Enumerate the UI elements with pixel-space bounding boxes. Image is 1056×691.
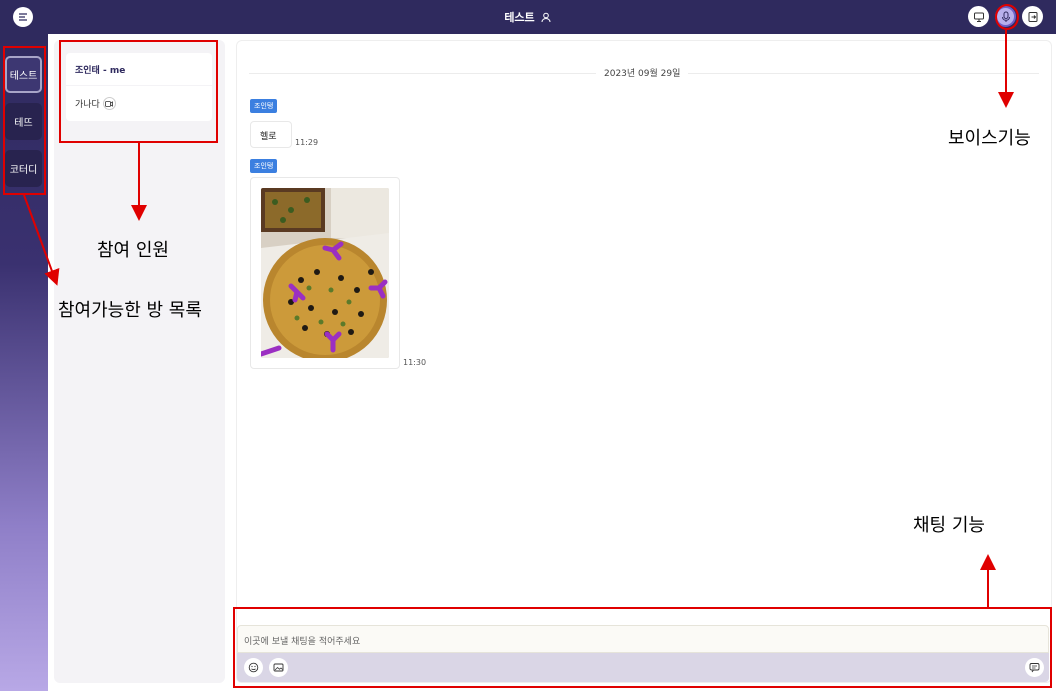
- participant-me: 조인태 - me: [66, 53, 212, 85]
- composer-toolbar: [237, 653, 1049, 682]
- emoji-button[interactable]: [244, 658, 263, 677]
- participant-name: 가나다: [75, 100, 100, 110]
- sender-badge: 조인탱: [250, 159, 278, 173]
- message-time: 11:29: [295, 138, 319, 147]
- participants-panel: [54, 40, 225, 683]
- image-upload-button[interactable]: [269, 658, 288, 677]
- chat-bubble-icon: [1029, 663, 1040, 673]
- chat-input[interactable]: 이곳에 보낼 채팅을 적어주세요: [237, 625, 1049, 653]
- annotation-label-chat: 채팅 기능: [913, 515, 985, 536]
- voice-button[interactable]: [995, 6, 1016, 27]
- exit-icon: [1028, 11, 1037, 22]
- microphone-icon: [1001, 11, 1010, 22]
- message-text: 헬로: [260, 132, 277, 142]
- sender-badge: 조인탱: [250, 99, 278, 113]
- room-tab-label: 테뜨: [14, 118, 33, 129]
- monitor-icon: [973, 12, 984, 22]
- room-tab-tetteu[interactable]: 테뜨: [5, 103, 42, 140]
- participant-row: 가나다: [66, 86, 212, 121]
- message-bubble: 헬로: [250, 121, 292, 148]
- room-tab-test[interactable]: 테스트: [5, 56, 42, 93]
- date-label: 2023년 09월 29일: [596, 66, 689, 79]
- room-tab-label: 코터디: [9, 165, 38, 176]
- chat-input-placeholder: 이곳에 보낼 채팅을 적어주세요: [244, 637, 361, 647]
- room-list: 테스트 테뜨 코터디: [0, 34, 48, 691]
- room-tab-label: 테스트: [9, 71, 38, 82]
- top-bar: 테스트: [0, 0, 1056, 34]
- image-icon: [273, 663, 284, 672]
- exit-button[interactable]: [1022, 6, 1043, 27]
- room-tab-koteodi[interactable]: 코터디: [5, 150, 42, 187]
- send-button[interactable]: [1025, 658, 1044, 677]
- room-title: 테스트: [504, 11, 535, 24]
- pizza-photo[interactable]: [261, 188, 389, 358]
- annotation-label-participants: 참여 인원: [97, 240, 169, 261]
- emoji-icon: [248, 662, 259, 673]
- annotation-label-rooms: 참여가능한 방 목록: [58, 300, 202, 321]
- annotation-label-voice: 보이스기능: [948, 128, 1031, 149]
- video-camera-icon: [102, 97, 116, 110]
- message-time: 11:30: [403, 358, 427, 367]
- add-person-icon[interactable]: [541, 12, 552, 23]
- screen-share-button[interactable]: [968, 6, 989, 27]
